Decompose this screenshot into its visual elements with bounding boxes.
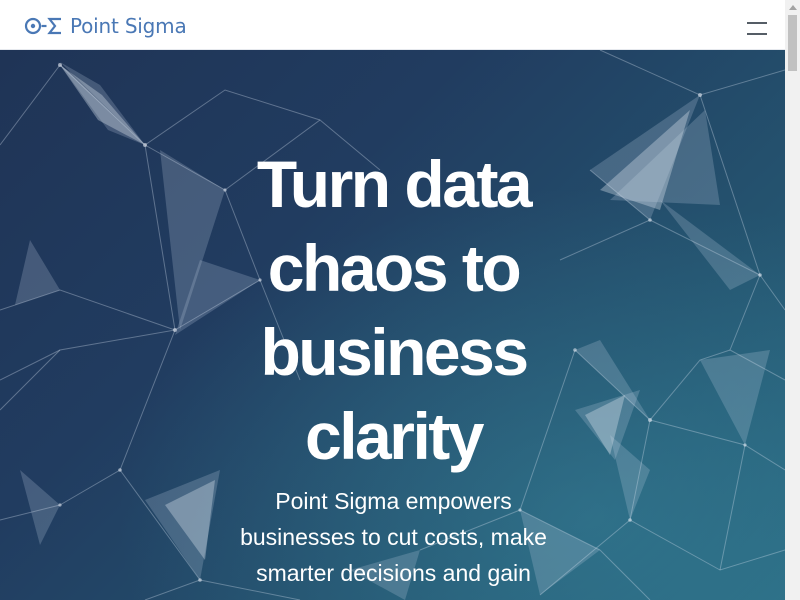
- hamburger-menu-icon[interactable]: [742, 18, 770, 42]
- menu-line-top: [747, 22, 767, 24]
- hero-section: Turn data chaos to business clarity Poin…: [0, 50, 785, 600]
- vertical-scrollbar[interactable]: [785, 0, 800, 600]
- brand-name: Point Sigma: [70, 14, 187, 38]
- scrollbar-thumb[interactable]: [788, 15, 797, 71]
- hero-subheadline: Point Sigma empowers businesses to cut c…: [240, 488, 547, 586]
- hero-headline: Turn data chaos to business clarity: [256, 147, 533, 473]
- brand-home-link[interactable]: Point Sigma: [24, 13, 187, 39]
- scroll-up-arrow-icon[interactable]: [789, 5, 797, 10]
- menu-line-bottom: [747, 33, 767, 35]
- page: Point Sigma Turn data chaos to business …: [0, 0, 800, 600]
- point-sigma-logo-icon: [24, 17, 61, 35]
- site-header: Point Sigma: [0, 0, 785, 50]
